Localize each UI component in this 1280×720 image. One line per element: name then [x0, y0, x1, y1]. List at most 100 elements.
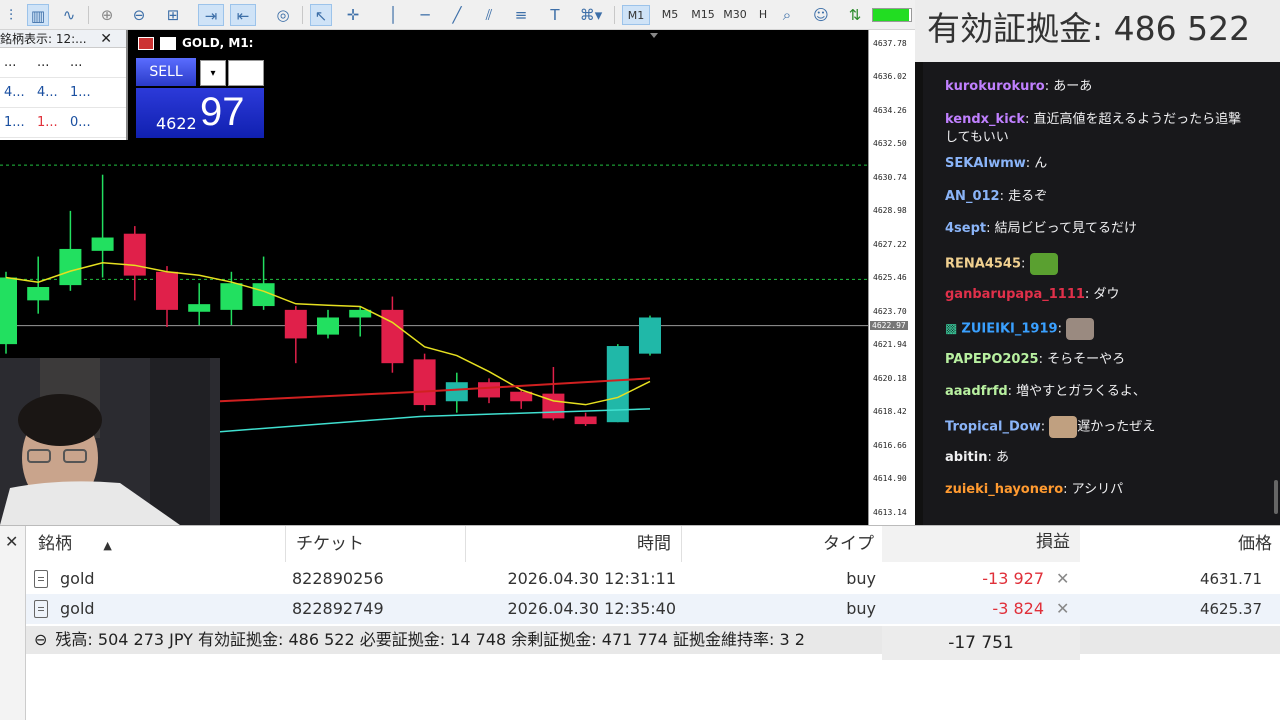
cell: 1... [4, 115, 25, 130]
col-profit[interactable]: 損益 [882, 526, 1080, 562]
stream-equity-header: 有効証拠金: 486 522 [915, 0, 1280, 62]
zoom-in-icon[interactable]: ⊕ [96, 4, 118, 26]
market-watch-row[interactable]: 4... 4... 1... [0, 78, 126, 108]
chat-message: AN_012: 走るぞ [945, 188, 1047, 206]
chat-username[interactable]: aaadfrfd [945, 384, 1008, 399]
close-icon[interactable]: ✕ [100, 30, 112, 48]
channel-icon[interactable]: ⫽ [478, 4, 500, 26]
cursor-icon[interactable]: ↖ [310, 4, 332, 26]
close-position-icon[interactable]: ✕ [1056, 564, 1069, 594]
fibonacci-icon[interactable]: ≡ [510, 4, 532, 26]
header-label: 銘柄 [38, 534, 72, 554]
chat-username[interactable]: kendx_kick [945, 112, 1025, 127]
collapse-icon[interactable]: ⊖ [34, 630, 47, 649]
col-type[interactable]: タイプ [682, 526, 882, 562]
bid-price-digits: 97 [200, 90, 245, 134]
chat-text: 走るぞ [1008, 188, 1048, 204]
connection-fill [873, 9, 910, 21]
chat-username[interactable]: AN_012 [945, 189, 1000, 204]
position-time: 2026.04.30 12:35:40 [507, 599, 676, 618]
chart-toolbar: ⫶ ▥ ∿ ⊕ ⊖ ⊞ ⇥ ⇤ ◎ ↖ ✛ │ ─ ╱ ⫽ ≡ T ⌘▾ M1 … [0, 0, 915, 30]
crosshair-icon[interactable]: ✛ [342, 4, 364, 26]
grid-icon[interactable]: ⊞ [162, 4, 184, 26]
price-tick-label: 4632.50 [873, 139, 907, 149]
position-row[interactable]: gold 822892749 2026.04.30 12:35:40 buy -… [26, 594, 1280, 624]
document-icon [34, 600, 48, 618]
chat-username[interactable]: RENA4545 [945, 257, 1021, 272]
one-click-trading: GOLD, M1: SELL ▾ 4622 97 [136, 34, 264, 138]
chat-separator: : [1025, 111, 1034, 127]
chart-shift-icon[interactable]: ⇤ [230, 4, 256, 26]
chat-username[interactable]: abitin [945, 450, 987, 465]
col-symbol[interactable]: 銘柄 ▲ [26, 526, 286, 562]
candle-body [156, 271, 178, 310]
chat-message: kendx_kick: 直近高値を超えるようだったら追撃 してもいい [945, 111, 1241, 147]
chat-separator: : [1007, 384, 1017, 400]
chat-separator: : [1040, 419, 1050, 435]
market-watch-row[interactable]: ... ... ... [0, 48, 126, 78]
price-scale[interactable]: 4637.78 4636.02 4634.26 4632.50 4630.74 4628.… [868, 30, 915, 525]
chat-username[interactable]: Tropical_Dow [945, 420, 1041, 435]
chat-text: 直近高値を超えるようだったら追撃 [1033, 111, 1242, 127]
text-tool-icon[interactable]: T [544, 4, 566, 26]
live-chat[interactable]: kurokurokuro: あーあ kendx_kick: 直近高値を超えるようだ… [915, 62, 1280, 525]
col-price[interactable]: 価格 [1080, 526, 1280, 562]
chat-separator: : [1038, 351, 1048, 367]
market-watch-header: 銘柄表示: 12:... ✕ [0, 30, 126, 48]
candlestick-icon[interactable]: ▥ [27, 4, 49, 26]
chat-message: abitin: あ [945, 449, 1009, 467]
autoscroll-icon[interactable]: ⇥ [198, 4, 224, 26]
chat-scrollbar[interactable] [1274, 480, 1278, 514]
position-row[interactable]: gold 822890256 2026.04.30 12:31:11 buy -… [26, 564, 1280, 594]
candle-body [574, 416, 597, 425]
candle-body [220, 283, 243, 310]
candle-body [478, 382, 500, 398]
chat-message: aaadfrfd: 増やすとガラくるよ、 [945, 383, 1146, 401]
terminal-sidebar: ✕ [0, 526, 26, 720]
bar-chart-icon[interactable]: ⫶ [0, 4, 22, 26]
horizontal-line-icon[interactable]: ─ [414, 4, 436, 26]
chat-username[interactable]: SEKAIwmw [945, 156, 1026, 171]
close-position-icon[interactable]: ✕ [1056, 594, 1069, 624]
volume-dropdown[interactable]: ▾ [200, 60, 226, 86]
candle-body [284, 309, 307, 339]
vertical-line-icon[interactable]: │ [382, 4, 404, 26]
price-tick-label: 4637.78 [873, 38, 907, 48]
account-icon[interactable]: ☺ [810, 4, 832, 26]
chat-separator: : [1063, 482, 1072, 498]
chat-username[interactable]: ganbarupapa_1111 [945, 287, 1085, 302]
line-chart-icon[interactable]: ∿ [58, 4, 80, 26]
search-icon[interactable]: ⌕ [776, 4, 798, 26]
chat-username[interactable]: 4sept [945, 221, 986, 236]
chat-text: あーあ [1053, 79, 1093, 94]
price-tick-label: 4613.14 [873, 507, 907, 517]
timeframe-m30[interactable]: M30 [720, 5, 750, 25]
timeframe-m15[interactable]: M15 [688, 5, 718, 25]
chat-username[interactable]: zuieki_hayonero [945, 482, 1063, 497]
position-type: buy [846, 569, 876, 588]
col-ticket[interactable]: チケット [286, 526, 466, 562]
col-time[interactable]: 時間 [466, 526, 682, 562]
symbol-icon [160, 36, 176, 50]
position-ticket: 822892749 [292, 599, 384, 618]
volume-input[interactable] [228, 60, 264, 86]
shapes-icon[interactable]: ⌘▾ [576, 4, 606, 26]
bid-price-box[interactable]: 4622 97 [136, 88, 264, 138]
sell-button[interactable]: SELL [136, 58, 196, 86]
zoom-out-icon[interactable]: ⊖ [128, 4, 150, 26]
streamer-video [0, 358, 220, 525]
frog-emote [1029, 253, 1058, 275]
screenshot-icon[interactable]: ◎ [272, 4, 294, 26]
chat-username[interactable]: PAPEPO2025 [945, 352, 1039, 367]
chat-username[interactable]: ZUIEIKI_1919 [961, 322, 1057, 337]
market-watch-row[interactable]: 1... 1... 0... [0, 108, 126, 138]
sort-asc-icon: ▲ [103, 539, 112, 552]
close-icon[interactable]: ✕ [5, 532, 18, 551]
timeframe-m5[interactable]: M5 [656, 5, 684, 25]
chat-username[interactable]: kurokurokuro [945, 79, 1045, 94]
trendline-icon[interactable]: ╱ [446, 4, 468, 26]
timeframe-h[interactable]: H [756, 5, 770, 25]
chat-text: 結局ビビって見てるだけ [994, 221, 1137, 237]
timeframe-m1[interactable]: M1 [622, 5, 650, 25]
candle-body [542, 393, 565, 419]
